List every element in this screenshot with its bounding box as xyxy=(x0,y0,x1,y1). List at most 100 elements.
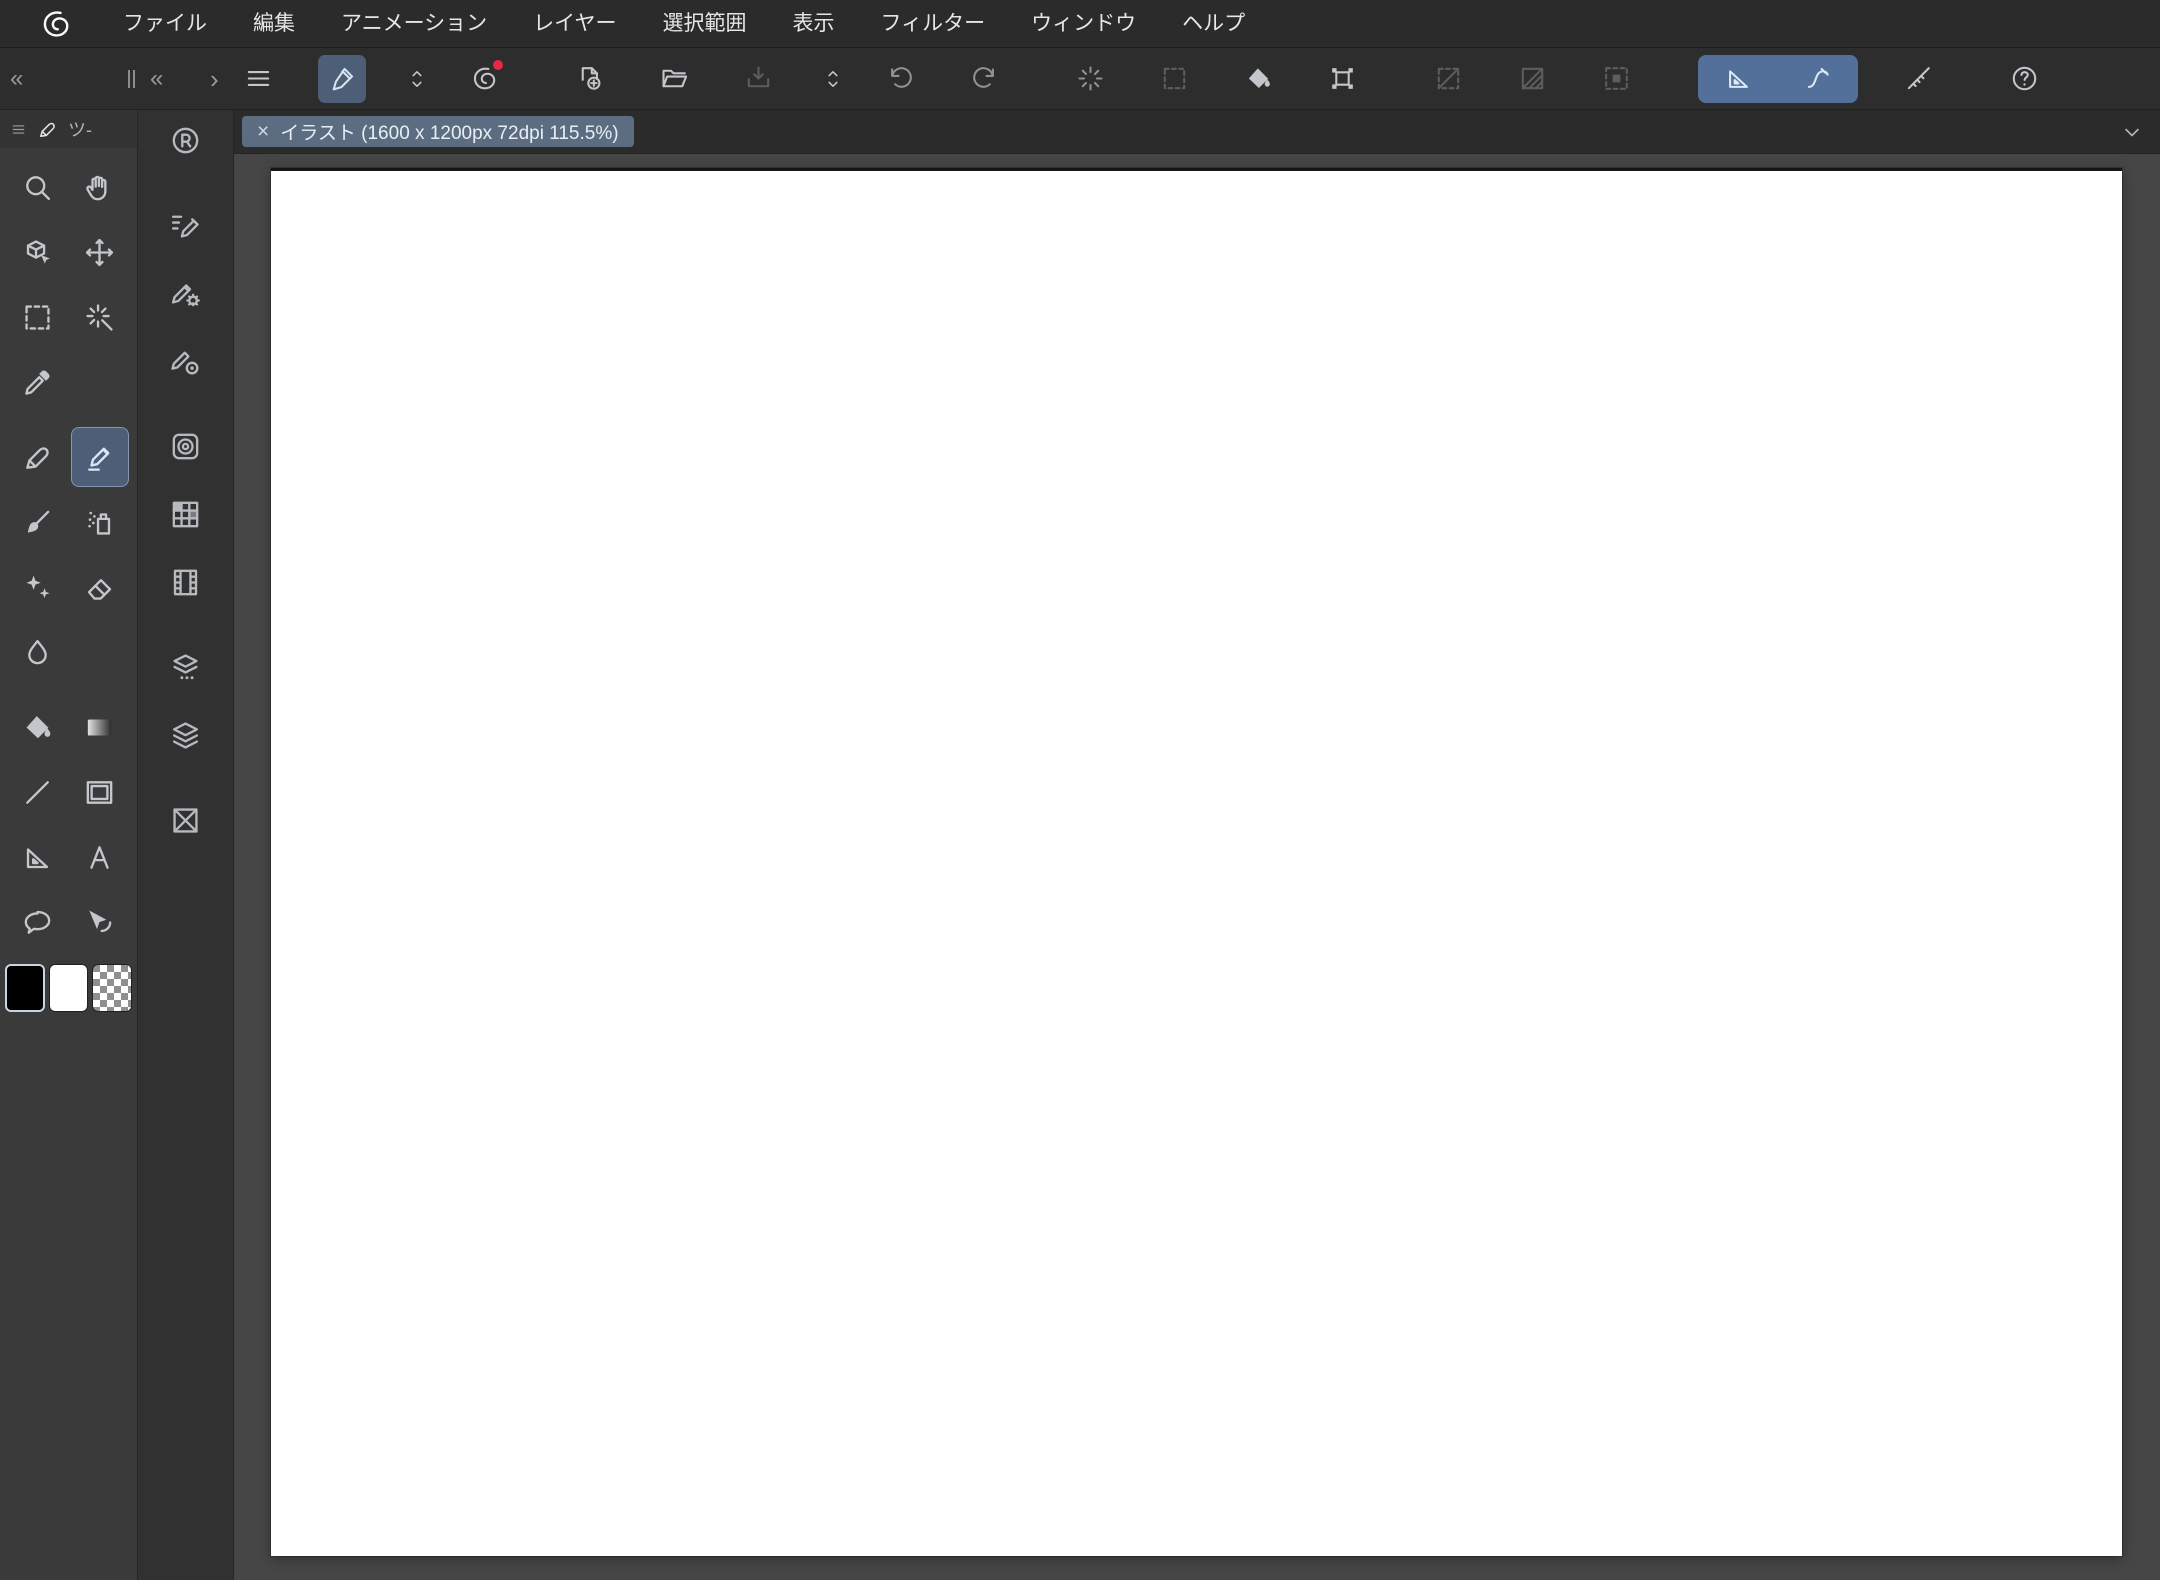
object-cube-icon xyxy=(26,239,50,264)
bucket-icon xyxy=(26,715,51,738)
canvas[interactable] xyxy=(271,168,2122,1556)
fill-tool[interactable] xyxy=(8,697,66,757)
correct-line-tool[interactable] xyxy=(71,892,129,952)
pen-tool[interactable] xyxy=(8,427,66,487)
main-menu-button[interactable] xyxy=(234,55,282,103)
reselect-button[interactable] xyxy=(1150,55,1198,103)
close-document-icon[interactable]: × xyxy=(257,121,269,142)
save-file-button[interactable] xyxy=(734,55,782,103)
menubar-item-5[interactable]: 選択範囲 xyxy=(640,0,770,47)
timeline-palette-button[interactable] xyxy=(160,556,212,608)
move-layer-tool[interactable] xyxy=(71,222,129,282)
color-set-palette-button[interactable] xyxy=(160,488,212,540)
quick-access-palette-button[interactable] xyxy=(160,114,212,166)
menubar-item-2[interactable]: 編集 xyxy=(230,0,318,47)
sub-color-swatch[interactable] xyxy=(48,964,89,1012)
menubar-item-8[interactable]: ウィンドウ xyxy=(1008,0,1159,47)
move-screen-tool[interactable] xyxy=(71,157,129,217)
document-tab[interactable]: × イラスト (1600 x 1200px 72dpi 115.5%) xyxy=(242,116,634,147)
fill-selection-button[interactable] xyxy=(1234,55,1282,103)
tab-list-chevron-down-icon[interactable] xyxy=(2120,120,2144,144)
transparent-color-swatch[interactable] xyxy=(92,964,132,1012)
airbrush-tool[interactable] xyxy=(71,492,129,552)
balloon-tool[interactable] xyxy=(8,892,66,952)
app-logo-icon xyxy=(38,6,74,42)
expand-dock-button[interactable]: › xyxy=(210,48,218,110)
ruler-tool[interactable] xyxy=(8,827,66,887)
layer-property-palette-button[interactable] xyxy=(160,641,212,693)
layers-dots-icon xyxy=(173,653,198,679)
tool-palette-title: ツ- xyxy=(68,120,92,140)
menubar-item-4[interactable]: レイヤー xyxy=(510,0,639,47)
marker-icon xyxy=(88,447,110,471)
pen-input-settings-button[interactable] xyxy=(318,54,366,103)
menubar-item-1[interactable]: ファイル xyxy=(100,0,230,47)
undo-button[interactable] xyxy=(876,55,924,103)
figure-tool[interactable] xyxy=(8,762,66,822)
redo-button[interactable] xyxy=(960,55,1008,103)
layer-palette-button[interactable] xyxy=(160,709,212,761)
marker-tool[interactable] xyxy=(70,427,129,487)
tool-grid xyxy=(0,148,137,952)
text-tool[interactable] xyxy=(71,827,129,887)
zoom-tool[interactable] xyxy=(8,157,66,217)
pen-list-icon xyxy=(171,215,199,238)
new-canvas-button[interactable] xyxy=(566,55,614,103)
palette-menu-icon[interactable] xyxy=(10,121,27,138)
command-bar: « « › xyxy=(0,48,2160,110)
water-drop-icon xyxy=(27,639,47,664)
save-menu-collapse-button[interactable] xyxy=(818,55,848,103)
workspace: ツ- × イラスト (1600 x 1200px 72dpi 115.5%) xyxy=(0,110,2160,1580)
snap-to-ruler-button[interactable] xyxy=(1698,54,1778,103)
menubar-item-7[interactable]: フィルター xyxy=(858,0,1009,47)
new-file-icon xyxy=(581,67,600,90)
auto-select-tool[interactable] xyxy=(71,287,129,347)
decoration-tool[interactable] xyxy=(8,557,66,617)
operate-object-tool[interactable] xyxy=(8,222,66,282)
eraser-tool[interactable] xyxy=(71,557,129,617)
selection-launcher-button[interactable] xyxy=(1592,55,1640,103)
move-arrows-icon xyxy=(86,238,114,266)
clear-selection-button[interactable] xyxy=(1424,55,1472,103)
open-file-button[interactable] xyxy=(650,55,698,103)
canvas-area: × イラスト (1600 x 1200px 72dpi 115.5%) xyxy=(234,110,2160,1580)
chevron-updown-icon xyxy=(412,70,422,87)
scale-rotate-button[interactable] xyxy=(1318,55,1366,103)
menubar-item-6[interactable]: 表示 xyxy=(770,0,858,47)
canvas-viewport xyxy=(234,154,2160,1580)
palette-resize-handle[interactable] xyxy=(128,70,135,88)
quick-mask-button[interactable] xyxy=(1508,55,1556,103)
collapse-tool-palette-button[interactable]: « xyxy=(10,48,24,110)
deselect-button[interactable] xyxy=(1066,55,1114,103)
menubar-item-3[interactable]: アニメーション xyxy=(318,0,510,47)
sub-tool-palette-button[interactable] xyxy=(160,199,212,251)
open-clip-studio-button[interactable] xyxy=(460,55,508,103)
guide-ruler-icon xyxy=(1907,67,1930,90)
frame-icon xyxy=(86,780,113,804)
menubar-item-9[interactable]: ヘルプ xyxy=(1159,0,1268,47)
command-bar-collapse-button[interactable] xyxy=(402,55,432,103)
film-strip-icon xyxy=(173,569,198,595)
document-tabbar: × イラスト (1600 x 1200px 72dpi 115.5%) xyxy=(234,110,2160,154)
eyedropper-tool[interactable] xyxy=(8,352,66,412)
help-button[interactable] xyxy=(2000,55,2048,103)
wand-icon xyxy=(86,303,113,331)
color-wheel-palette-button[interactable] xyxy=(160,420,212,472)
select-area-tool[interactable] xyxy=(8,287,66,347)
palette-collapse-area: « « › xyxy=(0,48,234,109)
main-color-swatch[interactable] xyxy=(5,964,45,1012)
color-wheel-icon xyxy=(172,433,199,459)
tool-property-palette-button[interactable] xyxy=(160,267,212,319)
clip-studio-paint-window: ファイル 編集 アニメーション レイヤー 選択範囲 表示 フィルター ウィンドウ ヘルプ « «… xyxy=(0,0,2160,1580)
blend-tool[interactable] xyxy=(8,622,66,682)
snap-to-guide-button[interactable] xyxy=(1894,55,1942,103)
collapse-dock-button[interactable]: « xyxy=(150,48,164,110)
burst-icon xyxy=(1077,66,1103,91)
brush-tool[interactable] xyxy=(8,492,66,552)
navigator-palette-button[interactable] xyxy=(160,794,212,846)
tool-tab-icon[interactable] xyxy=(36,118,59,141)
snap-to-special-ruler-button[interactable] xyxy=(1778,54,1858,103)
frame-border-tool[interactable] xyxy=(71,762,129,822)
brush-size-palette-button[interactable] xyxy=(160,335,212,387)
gradient-tool[interactable] xyxy=(71,697,129,757)
